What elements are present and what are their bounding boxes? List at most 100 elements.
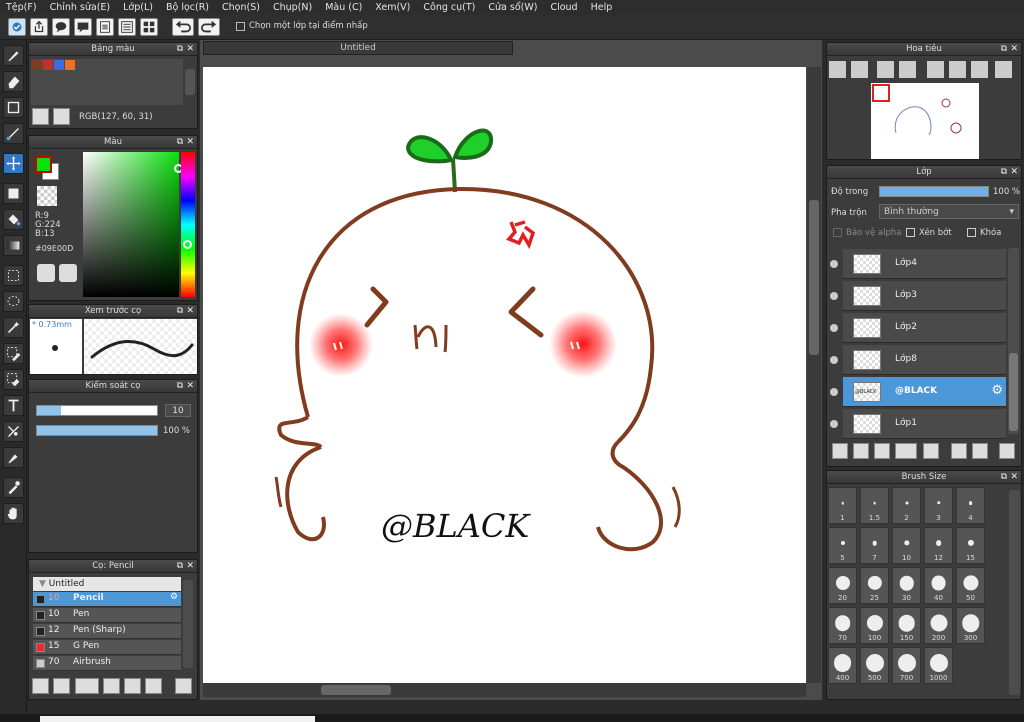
menu-item[interactable]: Chỉnh sửa(E) <box>50 2 111 13</box>
zoom-out-icon[interactable] <box>899 61 916 78</box>
brush-item[interactable]: 10 Pencil ⚙ <box>33 592 181 607</box>
layer-item[interactable]: Lớp8 <box>843 345 1006 375</box>
undock-icon[interactable]: ⧉ <box>1001 166 1007 179</box>
layer-folder-icon[interactable] <box>923 443 939 459</box>
brush-size-preset[interactable]: 4 <box>956 487 985 524</box>
new-layer-1bit-icon[interactable] <box>874 443 890 459</box>
brush-size-preset[interactable]: 15 <box>956 527 985 564</box>
layer-item[interactable]: @BLACK @BLACK ⚙ <box>843 377 1006 407</box>
close-icon[interactable]: ✕ <box>1010 43 1018 56</box>
brush-size-preset[interactable]: 5 <box>828 527 857 564</box>
foreground-color-swatch[interactable] <box>35 156 52 173</box>
delete-layer-icon[interactable] <box>999 443 1015 459</box>
sample-layer-checkbox[interactable] <box>236 22 245 31</box>
bucket-tool-icon[interactable] <box>3 209 24 230</box>
brush-size-preset[interactable]: 50 <box>956 567 985 604</box>
undock-icon[interactable]: ⧉ <box>177 305 183 318</box>
duplicate-layer-icon[interactable] <box>951 443 967 459</box>
brush-size-preset[interactable]: 25 <box>860 567 889 604</box>
flip-icon[interactable] <box>949 61 966 78</box>
brush-size-preset[interactable]: 7 <box>860 527 889 564</box>
brush-size-preset[interactable]: 400 <box>828 647 857 684</box>
line-tool-icon[interactable] <box>3 123 24 144</box>
brush-item[interactable]: 70 Airbrush <box>33 656 181 671</box>
brush-size-preset[interactable]: 3 <box>924 487 953 524</box>
menu-item[interactable]: Chọn(S) <box>222 2 260 13</box>
layer-visibility-icon[interactable] <box>830 388 838 396</box>
chat-icon[interactable] <box>52 18 70 36</box>
zoom-in-alt-icon[interactable] <box>851 61 868 78</box>
layer-visibility-icon[interactable] <box>830 260 838 268</box>
brush-list-scrollbar[interactable] <box>183 580 193 668</box>
move-tool-icon[interactable] <box>3 153 24 174</box>
layer-opacity-slider[interactable] <box>879 186 989 197</box>
brush-edit-icon[interactable] <box>103 678 120 694</box>
brush-size-value[interactable]: 10 <box>165 404 191 417</box>
layer-visibility-icon[interactable] <box>830 356 838 364</box>
list-icon[interactable] <box>118 18 136 36</box>
layer-item[interactable]: Lớp2 <box>843 313 1006 343</box>
brush-size-preset[interactable]: 40 <box>924 567 953 604</box>
document-icon[interactable] <box>96 18 114 36</box>
brush-upload-icon[interactable] <box>32 678 49 694</box>
layer-list-scrollbar[interactable] <box>1008 248 1019 434</box>
close-icon[interactable]: ✕ <box>186 560 194 573</box>
transparent-color-swatch[interactable] <box>37 186 57 206</box>
menu-item[interactable]: Bộ lọc(R) <box>166 2 209 13</box>
brush-size-preset[interactable]: 70 <box>828 607 857 644</box>
brush-opacity-slider[interactable] <box>36 425 158 436</box>
layer-item[interactable]: Lớp1 <box>843 409 1006 439</box>
brush-item[interactable]: 12 Pen (Sharp) <box>33 624 181 639</box>
brush-size-preset[interactable]: 500 <box>860 647 889 684</box>
undock-icon[interactable]: ⧉ <box>1001 471 1007 484</box>
canvas-hscroll-track[interactable] <box>203 683 806 697</box>
select-layer-button[interactable] <box>8 18 26 36</box>
merge-layer-icon[interactable] <box>972 443 988 459</box>
brush-size-preset[interactable]: 1000 <box>924 647 953 684</box>
lasso-tool-icon[interactable] <box>3 291 24 312</box>
menu-item[interactable]: Xem(V) <box>375 2 410 13</box>
close-icon[interactable]: ✕ <box>186 380 194 393</box>
undock-icon[interactable]: ⧉ <box>177 136 183 149</box>
brush-size-scrollbar[interactable] <box>1009 490 1020 695</box>
drawing-canvas[interactable]: @BLACK <box>203 67 806 683</box>
reset-view-icon[interactable] <box>995 61 1012 78</box>
brush-size-preset[interactable]: 20 <box>828 567 857 604</box>
eraser-tool-icon[interactable] <box>3 71 24 92</box>
brush-size-preset[interactable]: 12 <box>924 527 953 564</box>
menu-item[interactable]: Công cụ(T) <box>423 2 475 13</box>
menu-item[interactable]: Help <box>591 2 613 13</box>
brush-size-preset[interactable]: 100 <box>860 607 889 644</box>
brush-size-preset[interactable]: 10 <box>892 527 921 564</box>
text-tool-icon[interactable] <box>3 395 24 416</box>
menu-item[interactable]: Cửa sổ(W) <box>488 2 537 13</box>
hue-slider[interactable] <box>181 152 195 297</box>
rotate-left-icon[interactable] <box>927 61 944 78</box>
hand-tool-icon[interactable] <box>3 503 24 524</box>
select-tool-icon[interactable] <box>3 265 24 286</box>
rotate-right-icon[interactable] <box>971 61 988 78</box>
add-layer-menu-icon[interactable] <box>895 443 917 459</box>
brush-item[interactable]: 15 G Pen <box>33 640 181 655</box>
brush-size-preset[interactable]: 300 <box>956 607 985 644</box>
saturation-value-picker[interactable] <box>83 152 183 297</box>
close-icon[interactable]: ✕ <box>186 136 194 149</box>
menu-item[interactable]: Tệp(F) <box>6 2 37 13</box>
canvas-vscroll-thumb[interactable] <box>809 200 819 355</box>
navigator-thumbnail[interactable] <box>871 83 979 159</box>
layer-item[interactable]: Lớp4 <box>843 249 1006 279</box>
comment-icon[interactable] <box>74 18 92 36</box>
brush-folder-icon[interactable] <box>124 678 141 694</box>
canvas-vscroll-track[interactable] <box>807 67 821 683</box>
brush-size-preset[interactable]: 1 <box>828 487 857 524</box>
divide-tool-icon[interactable] <box>3 421 24 442</box>
menu-item[interactable]: Màu (C) <box>325 2 362 13</box>
brush-delete-icon[interactable] <box>175 678 192 694</box>
brush-add-icon[interactable] <box>75 678 99 694</box>
blend-mode-select[interactable]: Bình thường ▾ <box>879 204 1019 219</box>
select-pen-tool-icon[interactable] <box>3 343 24 364</box>
brush-duplicate-icon[interactable] <box>145 678 162 694</box>
brush-size-preset[interactable]: 150 <box>892 607 921 644</box>
share-icon[interactable] <box>30 18 48 36</box>
grid-icon[interactable] <box>140 18 158 36</box>
